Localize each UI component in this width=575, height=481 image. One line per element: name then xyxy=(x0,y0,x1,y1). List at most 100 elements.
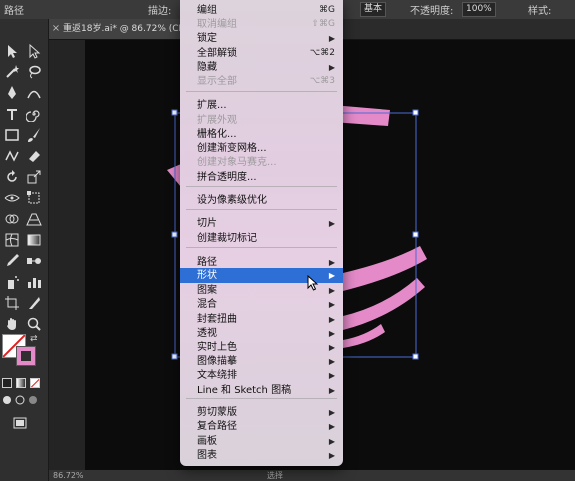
submenu-arrow-icon: ▶ xyxy=(328,286,335,295)
mesh-tool-icon[interactable] xyxy=(2,230,22,250)
current-tool-name: 选择 xyxy=(267,471,283,480)
rectangle-tool-icon[interactable] xyxy=(2,125,22,145)
submenu-arrow-icon: ▶ xyxy=(328,271,335,280)
menu-item-ungroup: 取消编组 ⇧⌘G xyxy=(180,17,343,32)
menu-item-group[interactable]: 编组 ⌘G xyxy=(180,3,343,18)
curvature-tool-icon[interactable] xyxy=(24,83,44,103)
menu-item-text-wrap[interactable]: 文本绕排 ▶ xyxy=(180,368,343,383)
perspective-grid-tool-icon[interactable] xyxy=(24,209,44,229)
menu-separator xyxy=(186,398,337,399)
menu-item-graph[interactable]: 图表 ▶ xyxy=(180,448,343,463)
opacity-field[interactable]: 100% xyxy=(462,2,496,17)
menu-item-label: 栅格化... xyxy=(197,129,237,140)
menu-item-label: 设为像素级优化 xyxy=(197,195,267,206)
submenu-arrow-icon: ▶ xyxy=(328,219,335,228)
style-dropdown[interactable]: 基本 xyxy=(360,2,387,17)
screen-mode-icon[interactable] xyxy=(10,413,30,433)
menu-item-live-paint[interactable]: 实时上色 ▶ xyxy=(180,340,343,355)
mouse-cursor-icon xyxy=(307,275,319,291)
scale-tool-icon[interactable] xyxy=(24,167,44,187)
shaper-tool-icon[interactable] xyxy=(2,146,22,166)
menu-item-label: 全部解锁 xyxy=(197,48,237,59)
lasso-tool-icon[interactable] xyxy=(24,62,44,82)
drawing-modes-icon[interactable] xyxy=(0,393,44,407)
menu-item-slice[interactable]: 切片 ▶ xyxy=(180,216,343,231)
paintbrush-tool-icon[interactable] xyxy=(24,125,44,145)
selection-tool-icon[interactable] xyxy=(2,41,22,61)
selection-handle[interactable] xyxy=(412,353,419,360)
gradient-tool-icon[interactable] xyxy=(24,230,44,250)
pen-tool-icon[interactable] xyxy=(2,83,22,103)
eyedropper-tool-icon[interactable] xyxy=(2,251,22,271)
type-tool-icon[interactable] xyxy=(2,104,22,124)
menu-item-clipping-mask[interactable]: 剪切蒙版 ▶ xyxy=(180,405,343,420)
menu-item-label: 拼合透明度... xyxy=(197,172,257,183)
menu-item-label: 混合 xyxy=(197,299,217,310)
symbol-sprayer-tool-icon[interactable] xyxy=(2,272,22,292)
gradient-mode-icon[interactable] xyxy=(14,377,28,389)
menu-item-label: 切片 xyxy=(197,218,217,229)
blend-tool-icon[interactable] xyxy=(24,251,44,271)
menu-item-label: 显示全部 xyxy=(197,76,237,87)
menu-item-hide[interactable]: 隐藏 ▶ xyxy=(180,60,343,75)
menu-item-lock[interactable]: 锁定 ▶ xyxy=(180,31,343,46)
selection-handle[interactable] xyxy=(171,109,178,116)
swap-fill-stroke-icon[interactable]: ⇄ xyxy=(30,334,38,344)
hand-tool-icon[interactable] xyxy=(2,314,22,334)
spiral-tool-icon[interactable] xyxy=(24,104,44,124)
magic-wand-tool-icon[interactable] xyxy=(2,62,22,82)
close-tab-icon[interactable]: × xyxy=(49,19,63,39)
zoom-level[interactable]: 86.72% xyxy=(53,470,84,481)
menu-item-create-trim-marks[interactable]: 创建裁切标记 xyxy=(180,231,343,246)
artboard-tool-icon[interactable] xyxy=(2,293,22,313)
menu-item-unlock-all[interactable]: 全部解锁 ⌥⌘2 xyxy=(180,46,343,61)
selection-handle[interactable] xyxy=(171,231,178,238)
menu-item-shortcut: ⇧⌘G xyxy=(311,19,335,29)
none-mode-icon[interactable] xyxy=(28,377,42,389)
width-tool-icon[interactable] xyxy=(2,188,22,208)
menu-separator xyxy=(186,247,337,248)
zoom-tool-icon[interactable] xyxy=(24,314,44,334)
selection-handle[interactable] xyxy=(412,109,419,116)
selection-handle[interactable] xyxy=(171,353,178,360)
column-graph-tool-icon[interactable] xyxy=(24,272,44,292)
menu-item-make-pixel-perfect[interactable]: 设为像素级优化 xyxy=(180,193,343,208)
menu-item-expand[interactable]: 扩展... xyxy=(180,98,343,113)
selection-handle[interactable] xyxy=(412,231,419,238)
menu-item-label: 扩展... xyxy=(197,100,227,111)
submenu-arrow-icon: ▶ xyxy=(328,437,335,446)
menu-item-label: 隐藏 xyxy=(197,62,217,73)
menu-item-rasterize[interactable]: 栅格化... xyxy=(180,127,343,142)
menu-item-compound-path[interactable]: 复合路径 ▶ xyxy=(180,419,343,434)
menu-item-label: 图像描摹 xyxy=(197,356,237,367)
menu-item-label: 形状 xyxy=(197,270,217,281)
fill-stroke-swatches[interactable]: ⇄ xyxy=(2,334,44,372)
menu-item-label: Line 和 Sketch 图稿 xyxy=(197,385,292,396)
menu-item-label: 文本绕排 xyxy=(197,370,237,381)
submenu-arrow-icon: ▶ xyxy=(328,343,335,352)
stroke-swatch[interactable] xyxy=(16,346,36,366)
menu-item-expand-appearance: 扩展外观 xyxy=(180,113,343,128)
menu-item-flatten-transparency[interactable]: 拼合透明度... xyxy=(180,170,343,185)
menu-item-label: 剪切蒙版 xyxy=(197,407,237,418)
rotate-tool-icon[interactable] xyxy=(2,167,22,187)
direct-selection-tool-icon[interactable] xyxy=(24,41,44,61)
menu-item-label: 实时上色 xyxy=(197,342,237,353)
menu-item-line-and-sketch-art[interactable]: Line 和 Sketch 图稿 ▶ xyxy=(180,383,343,398)
document-tab[interactable]: × 重返18岁.ai* @ 86.72% (CMYK xyxy=(49,19,189,39)
slice-tool-icon[interactable] xyxy=(24,293,44,313)
menu-item-image-trace[interactable]: 图像描摹 ▶ xyxy=(180,354,343,369)
menu-item-envelope-distort[interactable]: 封套扭曲 ▶ xyxy=(180,312,343,327)
free-transform-tool-icon[interactable] xyxy=(24,188,44,208)
menu-item-artboards[interactable]: 画板 ▶ xyxy=(180,434,343,449)
menu-item-label: 创建裁切标记 xyxy=(197,233,257,244)
menu-item-blend[interactable]: 混合 ▶ xyxy=(180,297,343,312)
menu-item-create-gradient-mesh[interactable]: 创建渐变网格... xyxy=(180,141,343,156)
menu-item-perspective[interactable]: 透视 ▶ xyxy=(180,326,343,341)
color-mode-icon[interactable] xyxy=(0,377,14,389)
menu-item-label: 画板 xyxy=(197,436,217,447)
eraser-tool-icon[interactable] xyxy=(24,146,44,166)
artwork-arc-left[interactable] xyxy=(167,164,181,187)
tools-panel: ⇄ xyxy=(0,19,49,481)
shape-builder-tool-icon[interactable] xyxy=(2,209,22,229)
